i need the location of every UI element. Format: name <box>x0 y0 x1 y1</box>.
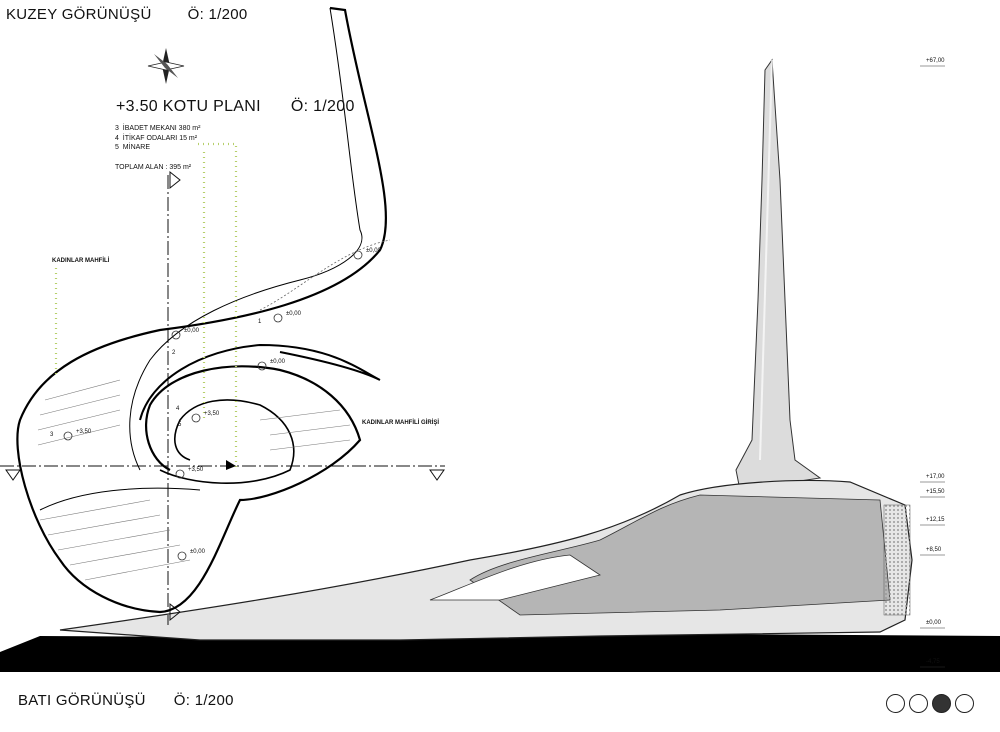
north-elevation-label: KUZEY GÖRÜNÜŞÜ <box>6 6 152 23</box>
legend-item: 3 İBADET MEKANI 380 m² <box>115 125 201 132</box>
minaret-shape <box>735 58 822 491</box>
plan-title-scale: Ö: 1/200 <box>290 98 355 115</box>
level-g: +3,50 <box>188 467 204 473</box>
elev-level-5: +8,50 <box>926 547 942 553</box>
room-number-5: 5 <box>178 422 182 428</box>
plan-legend: 3 İBADET MEKANI 380 m² 4 İTİKAF ODALARI … <box>115 124 200 172</box>
perforated-facade <box>883 504 911 616</box>
room-number-2: 2 <box>172 350 176 356</box>
pager-dot-4[interactable] <box>955 694 974 713</box>
west-elevation-title: BATI GÖRÜNÜŞÜ Ö: 1/200 <box>18 692 262 709</box>
section-marker-top <box>169 170 181 190</box>
pager-dot-2[interactable] <box>909 694 928 713</box>
level-b: ±0,00 <box>286 311 301 317</box>
pager-dot-3-active[interactable] <box>932 694 951 713</box>
elev-level-3: +15,50 <box>926 489 945 495</box>
legend-item: 5 MİNARE <box>115 144 151 151</box>
plan-arrow-icon <box>226 460 236 470</box>
womens-gallery-label: KADINLAR MAHFİLİ <box>52 258 110 264</box>
elevation-level-ticks <box>920 65 945 668</box>
plan-title: +3.50 KOTU PLANI Ö: 1/200 <box>116 98 385 116</box>
room-number-4: 4 <box>176 406 180 412</box>
plan-title-label: +3.50 KOTU PLANI <box>116 98 261 115</box>
level-e: +3,50 <box>76 429 92 435</box>
level-a: ±0,00 <box>366 248 381 254</box>
legend-item: 4 İTİKAF ODALARI 15 m² <box>115 134 198 142</box>
west-elevation-scale: Ö: 1/200 <box>173 692 234 709</box>
north-elevation-scale: Ö: 1/200 <box>187 6 248 23</box>
north-elevation-title: KUZEY GÖRÜNÜŞÜ Ö: 1/200 <box>6 6 284 23</box>
level-d: ±0,00 <box>270 359 285 365</box>
elev-level-1: +67,00 <box>926 58 945 64</box>
level-markers <box>63 250 363 561</box>
ground-band <box>0 652 1000 672</box>
womens-gallery-entrance-label: KADINLAR MAHFİLİ GİRİŞİ <box>362 420 439 426</box>
elev-level-7: -4,75 <box>926 659 940 665</box>
level-f: +3,50 <box>204 411 220 417</box>
level-c: ±0,00 <box>184 328 199 334</box>
elev-level-4: +12,15 <box>926 517 945 523</box>
elev-level-6: ±0,00 <box>926 620 941 626</box>
plan-lower-curve <box>39 487 201 511</box>
room-number-3: 3 <box>50 432 54 438</box>
room-number-1: 1 <box>258 319 262 325</box>
section-marker-left <box>5 469 21 481</box>
pager-dot-1[interactable] <box>886 694 905 713</box>
plan-core-curve <box>159 399 295 484</box>
page-pager <box>886 694 974 713</box>
north-arrow-icon <box>147 48 185 84</box>
west-elevation-label: BATI GÖRÜNÜŞÜ <box>18 692 146 709</box>
section-marker-right <box>429 469 445 481</box>
legend-total: TOPLAM ALAN : 395 m² <box>115 163 192 171</box>
level-h: ±0,00 <box>190 549 205 555</box>
elev-level-2: +17,00 <box>926 474 945 480</box>
